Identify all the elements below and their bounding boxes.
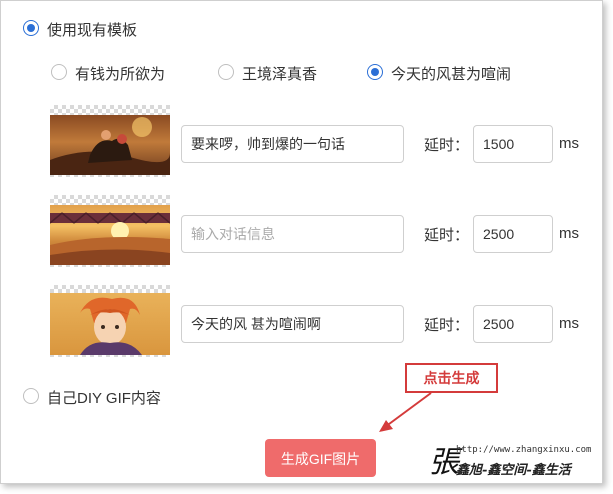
diy-radio[interactable] (23, 388, 39, 404)
template-radio-1[interactable] (218, 64, 234, 80)
generate-gif-button[interactable]: 生成GIF图片 (265, 439, 376, 477)
template-radio-0[interactable] (51, 64, 67, 80)
anime-frame-sunset-bridge-icon (50, 212, 170, 265)
anime-frame-riders-icon (50, 117, 170, 175)
watermark-logo: 張 (429, 445, 459, 480)
delay-input-3[interactable]: 2500 (473, 305, 553, 343)
use-template-label: 使用现有模板 (47, 22, 138, 39)
watermark-name: 鑫旭-鑫空间-鑫生活 (456, 463, 571, 478)
frame-thumbnail-1 (50, 105, 170, 177)
frame-text-input-2[interactable]: 输入对话信息 (181, 215, 404, 253)
delay-unit-2: ms (559, 225, 579, 242)
delay-label-2: 延时： (424, 227, 470, 244)
template-radio-2[interactable] (367, 64, 383, 80)
diy-label: 自己DIY GIF内容 (47, 390, 161, 407)
template-label-2: 今天的风甚为喧闹 (391, 66, 512, 83)
template-label-1: 王境泽真香 (242, 66, 318, 83)
delay-input-1[interactable]: 1500 (473, 125, 553, 163)
frame-text-input-1[interactable]: 要来啰，帅到爆的一句话 (181, 125, 404, 163)
template-label-0: 有钱为所欲为 (75, 66, 166, 83)
watermark-url: http://www.zhangxinxu.com (456, 445, 592, 455)
frame-text-input-3[interactable]: 今天的风 甚为喧闹啊 (181, 305, 404, 343)
delay-label-1: 延时： (424, 137, 470, 154)
hint-arrow-icon (379, 392, 432, 432)
gif-generator-panel: 使用现有模板 有钱为所欲为 王境泽真香 今天的风甚为喧闹 要来啰，帅到爆的一句话… (0, 0, 603, 484)
delay-input-2[interactable]: 2500 (473, 215, 553, 253)
use-template-radio[interactable] (23, 20, 39, 36)
frame-thumbnail-2 (50, 195, 170, 267)
frame-thumbnail-3 (50, 285, 170, 357)
anime-frame-character-icon (80, 297, 142, 355)
delay-unit-3: ms (559, 315, 579, 332)
delay-unit-1: ms (559, 135, 579, 152)
delay-label-3: 延时： (424, 317, 470, 334)
